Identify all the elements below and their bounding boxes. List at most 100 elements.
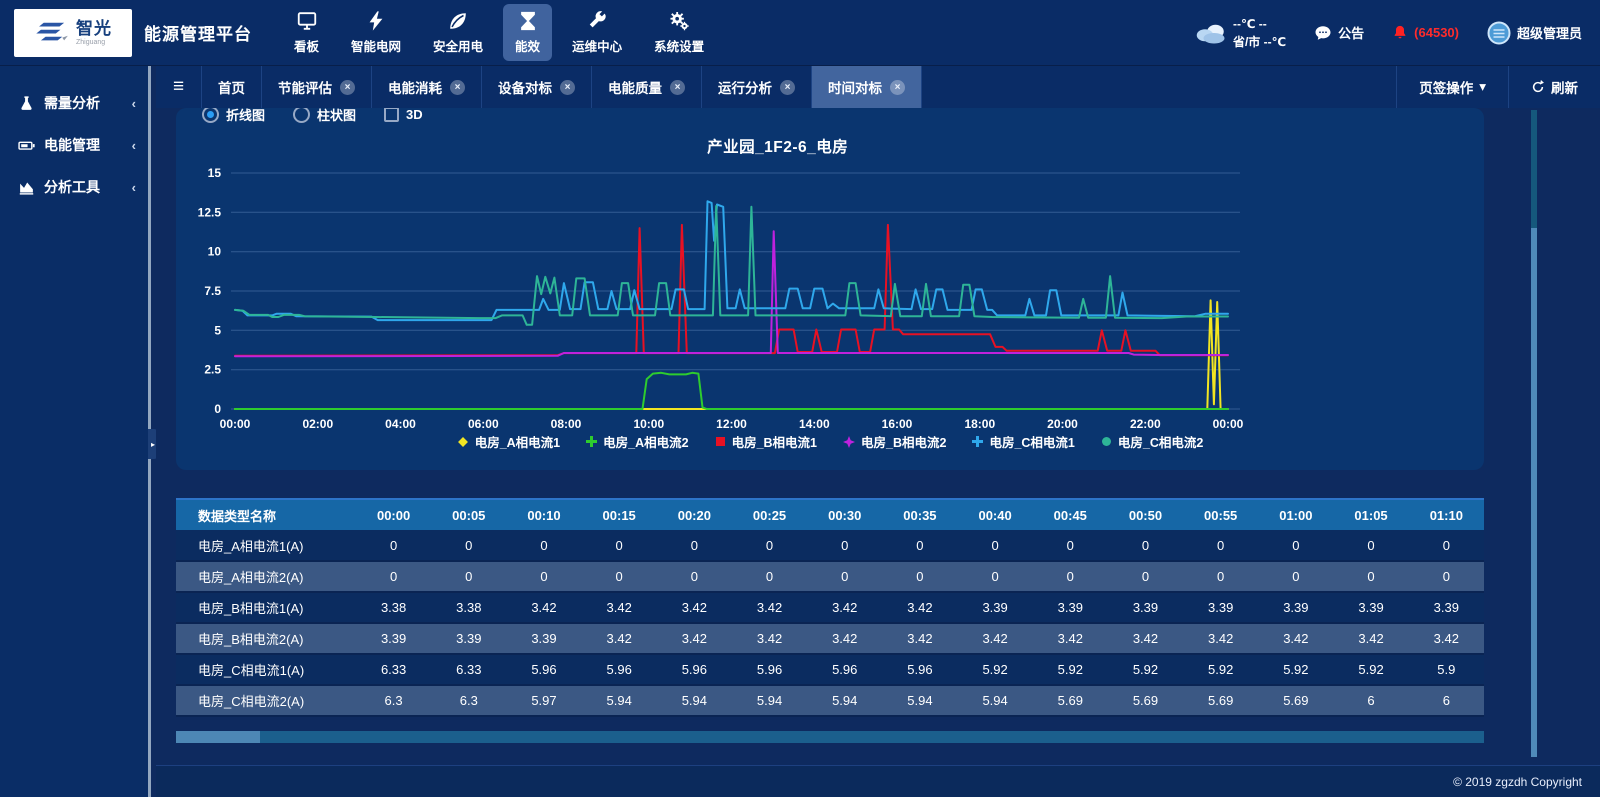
table-cell: 5.96 <box>807 654 882 685</box>
tab-2[interactable]: 电能消耗× <box>372 66 482 108</box>
square-marker-icon <box>715 436 726 447</box>
table-header-cell: 00:55 <box>1183 499 1258 530</box>
table-cell: 5.94 <box>882 685 957 716</box>
table-cell: 0 <box>807 530 882 561</box>
table-cell: 0 <box>582 561 657 592</box>
nav-label: 看板 <box>294 36 319 55</box>
table-cell: 3.42 <box>1108 623 1183 654</box>
legend-item-2[interactable]: 电房_B相电流1 <box>715 432 817 451</box>
table-row: 电房_C相电流2(A)6.36.35.975.945.945.945.945.9… <box>176 685 1484 716</box>
svg-text:7.5: 7.5 <box>204 284 221 298</box>
alarm-button[interactable]: (64530) <box>1392 24 1459 41</box>
nav-label: 安全用电 <box>433 36 483 55</box>
table-cell: 0 <box>882 561 957 592</box>
tab-close-icon[interactable]: × <box>890 80 905 95</box>
sidebar-item-demand-analysis[interactable]: 需量分析 ‹ <box>0 82 148 124</box>
bar-chart-radio[interactable]: 柱状图 <box>293 108 356 124</box>
line-chart-radio[interactable]: 折线图 <box>202 108 265 124</box>
table-cell: 3.42 <box>582 623 657 654</box>
row-label: 电房_C相电流1(A) <box>176 654 356 685</box>
tab-actions: 页签操作 ▾ 刷新 <box>1396 66 1600 108</box>
sidebar-item-power-management[interactable]: 电能管理 ‹ <box>0 124 148 166</box>
nav-label: 智能电网 <box>351 36 401 55</box>
nav-system-settings[interactable]: 系统设置 <box>642 4 716 61</box>
table-row: 电房_B相电流2(A)3.393.393.393.423.423.423.423… <box>176 623 1484 654</box>
area-chart-icon <box>18 179 35 196</box>
row-label: 电房_A相电流1(A) <box>176 530 356 561</box>
table-cell: 6.33 <box>356 654 431 685</box>
refresh-label: 刷新 <box>1551 77 1578 97</box>
bar-chart-label: 柱状图 <box>317 108 356 124</box>
table-cell: 0 <box>1183 561 1258 592</box>
horizontal-scrollbar-thumb[interactable] <box>176 731 260 743</box>
chevron-left-icon: ‹ <box>132 138 136 153</box>
sidebar-item-analysis-tools[interactable]: 分析工具 ‹ <box>0 166 148 208</box>
diamond-marker-icon <box>457 436 469 448</box>
tab-6[interactable]: 时间对标× <box>812 66 922 108</box>
weather-temp: --℃ -- <box>1233 15 1286 33</box>
3d-checkbox[interactable]: 3D <box>384 108 423 122</box>
tab-close-icon[interactable]: × <box>670 80 685 95</box>
legend-item-1[interactable]: 电房_A相电流2 <box>586 432 688 451</box>
refresh-icon <box>1531 80 1545 94</box>
vertical-scrollbar-thumb[interactable] <box>1531 228 1537 757</box>
checkbox-icon <box>384 108 399 122</box>
legend-item-0[interactable]: 电房_A相电流1 <box>457 432 560 451</box>
table-cell: 0 <box>431 561 506 592</box>
table-cell: 3.42 <box>657 592 732 623</box>
legend-label: 电房_B相电流1 <box>732 432 817 451</box>
legend-item-3[interactable]: 电房_B相电流2 <box>843 432 946 451</box>
tab-close-icon[interactable]: × <box>560 80 575 95</box>
svg-text:22:00: 22:00 <box>1130 417 1161 431</box>
nav-safe-power[interactable]: 安全用电 <box>421 4 495 61</box>
svg-text:18:00: 18:00 <box>964 417 995 431</box>
table-cell: 0 <box>1108 530 1183 561</box>
tab-operations-button[interactable]: 页签操作 ▾ <box>1396 66 1508 108</box>
horizontal-scrollbar[interactable] <box>176 731 1484 743</box>
table-cell: 3.39 <box>431 623 506 654</box>
tab-close-icon[interactable]: × <box>340 80 355 95</box>
vertical-scrollbar[interactable] <box>1531 110 1537 757</box>
tab-label: 设备对标 <box>498 77 552 97</box>
user-menu[interactable]: 超级管理员 <box>1487 21 1582 45</box>
nav-energy-efficiency[interactable]: 能效 <box>503 4 552 61</box>
nav-smart-grid[interactable]: 智能电网 <box>339 4 413 61</box>
chevron-left-icon: ‹ <box>132 96 136 111</box>
table-cell: 5.92 <box>1033 654 1108 685</box>
table-header-cell: 00:50 <box>1108 499 1183 530</box>
tab-menu-button[interactable]: ≡ <box>156 66 202 108</box>
refresh-button[interactable]: 刷新 <box>1508 66 1600 108</box>
tab-4[interactable]: 电能质量× <box>592 66 702 108</box>
avatar <box>1487 21 1511 45</box>
legend-item-4[interactable]: 电房_C相电流1 <box>972 432 1074 451</box>
table-header-cell: 00:30 <box>807 499 882 530</box>
tab-close-icon[interactable]: × <box>780 80 795 95</box>
hourglass-icon <box>517 10 539 32</box>
nav-kanban[interactable]: 看板 <box>282 4 331 61</box>
circle-marker-icon <box>1101 436 1112 447</box>
table-cell: 5.96 <box>582 654 657 685</box>
weather-widget: --℃ -- 省/市 --℃ <box>1193 15 1286 51</box>
legend-item-5[interactable]: 电房_C相电流2 <box>1101 432 1203 451</box>
line-chart[interactable]: 02.557.51012.51500:0002:0004:0006:0008:0… <box>176 159 1484 431</box>
tab-5[interactable]: 运行分析× <box>702 66 812 108</box>
table-cell: 5.69 <box>1183 685 1258 716</box>
svg-text:00:00: 00:00 <box>1213 417 1244 431</box>
table-cell: 3.42 <box>807 592 882 623</box>
svg-text:2.5: 2.5 <box>204 363 221 377</box>
tab-1[interactable]: 节能评估× <box>262 66 372 108</box>
chart-legend: 电房_A相电流1 电房_A相电流2 电房_B相电流1 电房_B相电流2 电房_C相电流1… <box>176 432 1484 451</box>
tab-3[interactable]: 设备对标 × <box>482 66 592 108</box>
nav-ops-center[interactable]: 运维中心 <box>560 4 634 61</box>
tab-operations-label: 页签操作 <box>1419 77 1473 97</box>
gear-icon <box>668 10 690 32</box>
logo-text-cn: 智光 <box>76 20 112 37</box>
svg-text:16:00: 16:00 <box>882 417 913 431</box>
wrench-icon <box>586 10 608 32</box>
tab-close-icon[interactable]: × <box>450 80 465 95</box>
tab-0[interactable]: 首页 <box>202 66 262 108</box>
table-cell: 3.42 <box>882 592 957 623</box>
table-cell: 0 <box>732 561 807 592</box>
legend-label: 电房_B相电流2 <box>861 432 946 451</box>
notice-button[interactable]: 公告 <box>1314 23 1364 42</box>
